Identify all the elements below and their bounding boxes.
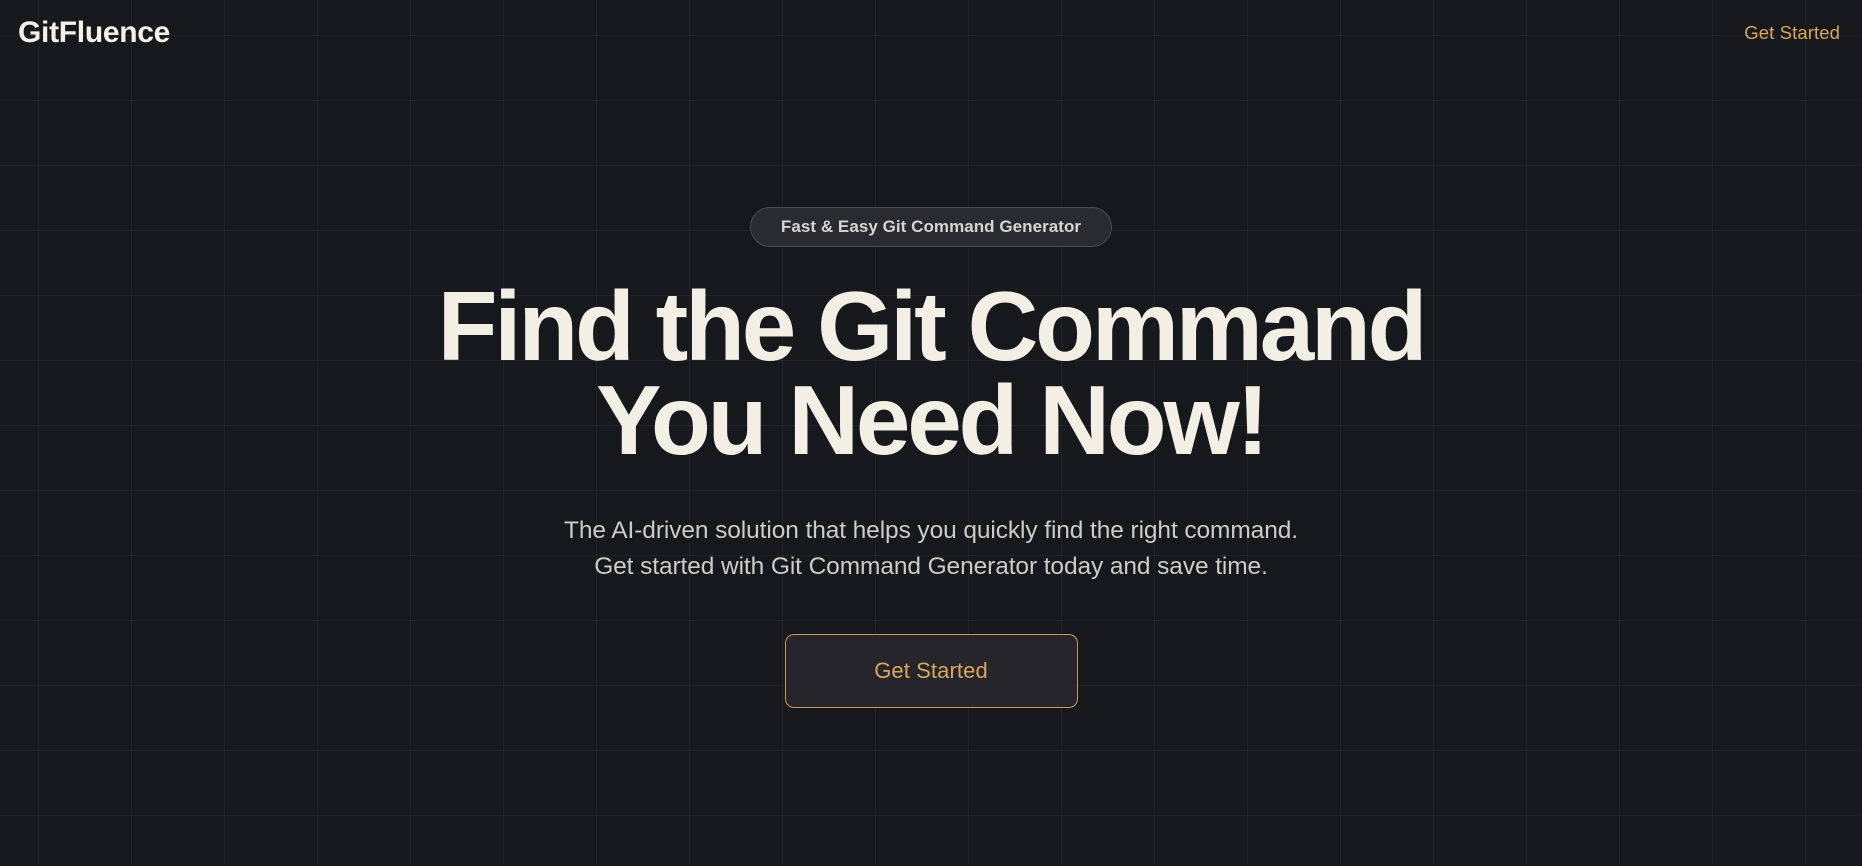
hero-heading-line-2: You Need Now! — [596, 365, 1269, 476]
hero-tagline-badge-label: Fast & Easy Git Command Generator — [780, 217, 1082, 236]
hero-tagline-badge[interactable]: Fast & Easy Git Command Generator — [749, 207, 1113, 247]
landing-page: GitFluence Get Started Fast & Easy Git C… — [0, 0, 1862, 866]
hero-subtext-line-1: The AI-driven solution that helps you qu… — [564, 517, 1298, 545]
hero-get-started-button[interactable]: Get Started — [784, 633, 1078, 708]
hero-heading: Find the Git Command You Need Now! — [381, 271, 1481, 476]
hero-subtext: The AI-driven solution that helps you qu… — [381, 513, 1481, 586]
hero-get-started-button-label: Get Started — [874, 657, 988, 683]
hero-heading-line-1: Find the Git Command — [437, 271, 1428, 381]
hero-section: Fast & Easy Git Command Generator Find t… — [0, 0, 1862, 866]
hero-subtext-line-2: Get started with Git Command Generator t… — [594, 553, 1268, 581]
